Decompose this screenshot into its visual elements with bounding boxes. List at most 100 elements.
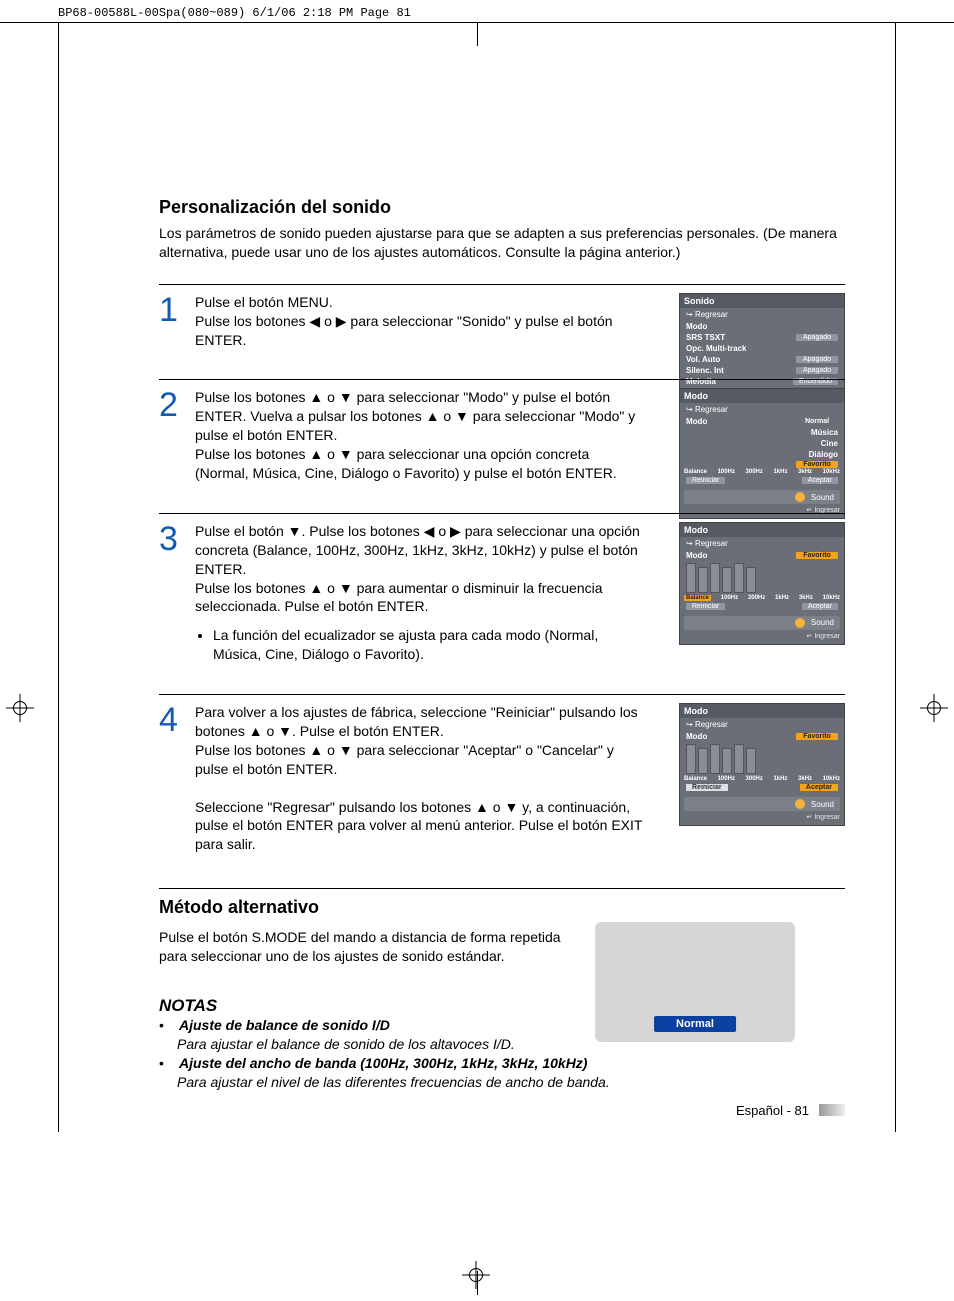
text: Ingresar bbox=[814, 814, 840, 821]
aceptar-button-selected: Aceptar bbox=[800, 784, 838, 791]
osd-label: Modo bbox=[686, 417, 707, 426]
sound-icon bbox=[795, 799, 805, 809]
osd-ingresar: ↵ Ingresar bbox=[680, 632, 844, 642]
text: Pulse los botones bbox=[195, 580, 309, 596]
text: Ingresar bbox=[814, 633, 840, 640]
footer-stripe-icon bbox=[819, 1104, 845, 1116]
page: Personalización del sonido Los parámetro… bbox=[58, 22, 896, 1132]
bullet-icon: • bbox=[159, 1054, 171, 1073]
text: Sound bbox=[811, 493, 834, 502]
osd-label: Modo bbox=[686, 551, 707, 560]
up-arrow-icon: ▲ bbox=[309, 389, 323, 405]
up-arrow-icon: ▲ bbox=[426, 408, 440, 424]
remote-image: Normal bbox=[595, 922, 795, 1042]
osd-modo-eq-reiniciar: Modo ↪ Regresar ModoFavorito Balance100H… bbox=[679, 703, 845, 826]
osd-row: Silenc. Int Apagado bbox=[680, 365, 844, 376]
note-heading: Ajuste del ancho de banda (100Hz, 300Hz,… bbox=[179, 1054, 587, 1073]
step-4: 4 Para volver a los ajustes de fábrica, … bbox=[159, 694, 845, 884]
osd-regresar: ↪ Regresar bbox=[680, 403, 844, 416]
text: Sound bbox=[811, 618, 834, 627]
aceptar-button: Aceptar bbox=[802, 477, 838, 484]
band: 100Hz bbox=[718, 469, 735, 475]
eq-bars bbox=[680, 561, 844, 595]
alt-method-title: Método alternativo bbox=[159, 888, 845, 918]
osd-sound-footer: Sound bbox=[684, 490, 840, 504]
osd-label: Opc. Multi-track bbox=[686, 344, 746, 353]
band: 300Hz bbox=[746, 469, 763, 475]
osd-value: Apagado bbox=[796, 367, 838, 374]
osd-modo-eq-balance: Modo ↪ Regresar ModoFavorito Balance100H… bbox=[679, 522, 845, 645]
text: . Pulse los botones bbox=[301, 523, 423, 539]
down-arrow-icon: ▼ bbox=[288, 523, 302, 539]
text: Regresar bbox=[695, 720, 728, 729]
osd-row: Diálogo bbox=[680, 449, 844, 460]
osd-modo-list: Modo ↪ Regresar ModoNormal Música Cine D… bbox=[679, 388, 845, 519]
text: Seleccione "Regresar" pulsando los boton… bbox=[195, 799, 475, 815]
osd-value-selected: Favorito bbox=[796, 461, 838, 468]
down-arrow-icon: ▼ bbox=[339, 389, 353, 405]
text: Pulse los botones bbox=[195, 313, 309, 329]
sound-icon bbox=[795, 618, 805, 628]
reiniciar-button-selected: Reiniciar bbox=[686, 784, 728, 791]
down-arrow-icon: ▼ bbox=[278, 723, 292, 739]
osd-row: ModoNormal bbox=[680, 416, 844, 427]
osd-bottom-buttons: Reiniciar Aceptar bbox=[680, 782, 844, 793]
osd-ingresar: ↵ Ingresar bbox=[680, 813, 844, 823]
up-arrow-icon: ▲ bbox=[475, 799, 489, 815]
osd-sound-footer: Sound bbox=[684, 797, 840, 811]
text: Pulse los botones bbox=[195, 389, 309, 405]
text: Pulse los botones bbox=[195, 446, 309, 462]
step-2: 2 Pulse los botones ▲ o ▼ para seleccion… bbox=[159, 379, 845, 512]
page-number: Español - 81 bbox=[736, 1103, 809, 1118]
osd-title: Modo bbox=[680, 523, 844, 537]
osd-row: Opc. Multi-track bbox=[680, 343, 844, 354]
band: 1kHz bbox=[775, 595, 789, 601]
bullet: La función del ecualizador se ajusta par… bbox=[213, 626, 645, 664]
band: 100Hz bbox=[718, 776, 735, 782]
note-text: Para ajustar el nivel de las diferentes … bbox=[177, 1073, 845, 1092]
text: Regresar bbox=[695, 405, 728, 414]
osd-value: Cine bbox=[821, 439, 838, 448]
osd-title: Sonido bbox=[680, 294, 844, 308]
right-arrow-icon: ▶ bbox=[450, 523, 461, 539]
osd-label: Vol. Auto bbox=[686, 355, 720, 364]
text: o bbox=[263, 723, 279, 739]
registration-mark-bottom bbox=[462, 1261, 490, 1289]
down-arrow-icon: ▼ bbox=[339, 580, 353, 596]
up-arrow-icon: ▲ bbox=[249, 723, 263, 739]
left-arrow-icon: ◀ bbox=[424, 523, 435, 539]
intro-paragraph: Los parámetros de sonido pueden ajustars… bbox=[159, 224, 845, 262]
osd-row: Música bbox=[680, 427, 844, 438]
text: o bbox=[439, 408, 455, 424]
osd-title: Modo bbox=[680, 704, 844, 718]
osd-row: SRS TSXTApagado bbox=[680, 332, 844, 343]
osd-label: SRS TSXT bbox=[686, 333, 725, 342]
registration-mark-right bbox=[920, 694, 948, 722]
band: 100Hz bbox=[721, 595, 738, 601]
band: Balance bbox=[684, 776, 707, 782]
osd-row: Modo bbox=[680, 321, 844, 332]
sound-icon bbox=[795, 492, 805, 502]
step-number: 4 bbox=[159, 703, 185, 854]
step-number: 3 bbox=[159, 522, 185, 664]
osd-label: Silenc. Int bbox=[686, 366, 724, 375]
text: o bbox=[434, 523, 450, 539]
text: o bbox=[323, 446, 339, 462]
right-arrow-icon: ▶ bbox=[336, 313, 347, 329]
text: Pulse el botón bbox=[195, 523, 288, 539]
reiniciar-button: Reiniciar bbox=[686, 477, 725, 484]
osd-value: Apagado bbox=[796, 356, 838, 363]
alt-method-text: Pulse el botón S.MODE del mando a distan… bbox=[159, 928, 589, 966]
section-title: Personalización del sonido bbox=[159, 197, 845, 218]
text: o bbox=[323, 389, 339, 405]
osd-row: Favorito bbox=[680, 460, 844, 469]
osd-bottom-buttons: Reiniciar Aceptar bbox=[680, 475, 844, 486]
osd-row: Vol. Auto Apagado bbox=[680, 354, 844, 365]
band: 10kHz bbox=[823, 595, 840, 601]
note-heading: Ajuste de balance de sonido I/D bbox=[179, 1016, 390, 1035]
remote-display-label: Normal bbox=[654, 1016, 736, 1032]
band-selected: Balance bbox=[684, 595, 711, 601]
band: 3kHz bbox=[799, 595, 813, 601]
step-1: 1 Pulse el botón MENU. Pulse los botones… bbox=[159, 284, 845, 380]
osd-value-selected: Favorito bbox=[796, 733, 838, 740]
